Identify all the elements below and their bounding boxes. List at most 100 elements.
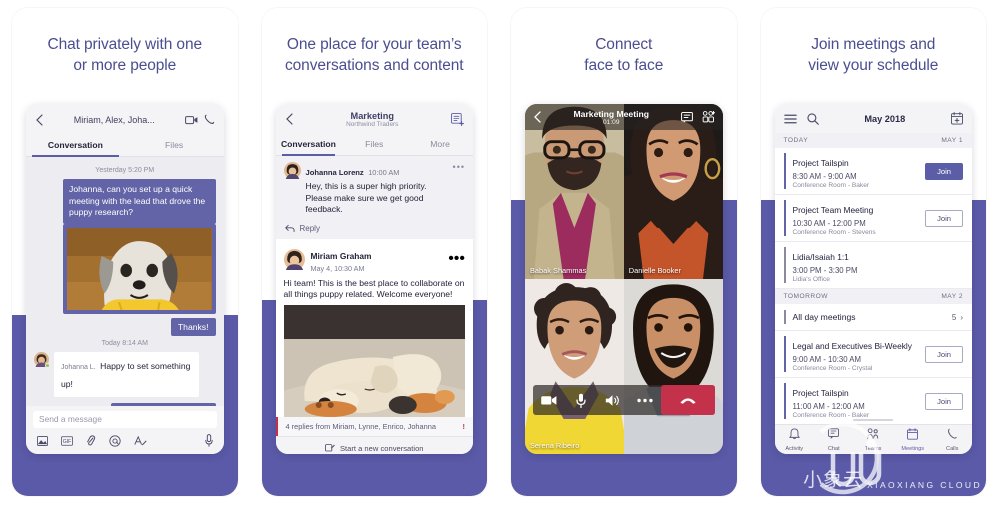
nav-label: Meetings bbox=[901, 446, 925, 452]
message-image-attachment[interactable] bbox=[63, 223, 216, 314]
thread-replies-summary[interactable]: 4 replies from Miriam, Lynne, Enrico, Jo… bbox=[275, 417, 473, 437]
start-new-conversation-button[interactable]: Start a new conversation bbox=[275, 436, 473, 454]
event-color-bar bbox=[783, 336, 786, 372]
new-post-icon[interactable] bbox=[451, 112, 464, 126]
participant-name: Danielle Booker bbox=[628, 266, 681, 275]
video-tile[interactable]: Serena Ribeiro bbox=[525, 279, 624, 454]
post-image-attachment[interactable] bbox=[283, 305, 465, 418]
video-camera-icon[interactable] bbox=[184, 115, 198, 125]
card-inner: Connect face to face Babak Shammas Danie… bbox=[511, 8, 737, 496]
participant-name: Babak Shammas bbox=[530, 266, 587, 275]
post-header: Miriam Graham May 4, 10:30 AM ••• bbox=[283, 246, 465, 273]
microphone-icon[interactable] bbox=[204, 434, 213, 447]
add-participants-icon[interactable] bbox=[702, 111, 715, 123]
tab-conversation[interactable]: Conversation bbox=[276, 134, 342, 156]
post-body: Hi team! This is the best place to colla… bbox=[283, 277, 465, 300]
nav-item-chat[interactable]: Chat bbox=[814, 427, 854, 452]
event-title: Project Tailspin bbox=[792, 158, 849, 168]
card-inner: Join meetings and view your schedule May… bbox=[760, 8, 986, 496]
calendar-event-row[interactable]: Lidia/Isaiah 1:1 3:00 PM - 3:30 PM Lidia… bbox=[774, 242, 972, 289]
avatar[interactable] bbox=[283, 162, 301, 179]
nav-item-teams[interactable]: Teams bbox=[854, 427, 894, 452]
post-item[interactable]: Johanna Lorenz 10:00 AM Hey, this is a s… bbox=[275, 156, 473, 220]
card-inner: One place for your team’s conversations … bbox=[261, 8, 487, 496]
post-item-2[interactable]: Miriam Graham May 4, 10:30 AM ••• Hi tea… bbox=[275, 238, 473, 418]
video-tile[interactable] bbox=[623, 279, 723, 454]
chat-bubble-icon[interactable] bbox=[680, 111, 693, 123]
calendar-event-row[interactable]: Project Tailspin 11:00 AM - 12:00 AM Con… bbox=[774, 378, 972, 425]
message-input[interactable]: Send a message bbox=[33, 411, 217, 428]
nav-item-meetings[interactable]: Meetings bbox=[893, 427, 933, 452]
format-text-icon[interactable] bbox=[134, 435, 147, 447]
chevron-right-icon[interactable]: › bbox=[960, 313, 963, 322]
reply-arrow-icon bbox=[284, 224, 295, 233]
event-color-bar bbox=[783, 247, 786, 283]
more-options-icon[interactable]: ••• bbox=[453, 162, 465, 172]
app-store-screenshot-gallery: Chat privately with one or more people M… bbox=[0, 0, 998, 506]
meeting-title: Marketing Meeting bbox=[573, 108, 649, 119]
post-time: 10:00 AM bbox=[368, 168, 400, 177]
avatar[interactable] bbox=[283, 248, 305, 270]
day-section-header: TOMORROW MAY 2 bbox=[774, 289, 972, 304]
call-header: Marketing Meeting 01:09 bbox=[525, 104, 723, 130]
join-button[interactable]: Join bbox=[925, 209, 963, 227]
all-day-meetings-row[interactable]: All day meetings 5 › bbox=[774, 304, 972, 331]
speaker-icon[interactable] bbox=[597, 394, 629, 407]
calendar-event-row[interactable]: Project Tailspin 8:30 AM - 9:00 AM Confe… bbox=[774, 148, 972, 195]
hang-up-icon[interactable] bbox=[660, 385, 715, 415]
more-options-icon[interactable] bbox=[629, 398, 661, 403]
chevron-left-icon[interactable] bbox=[35, 113, 44, 126]
paperclip-icon[interactable] bbox=[86, 434, 96, 447]
chevron-left-icon[interactable] bbox=[533, 111, 542, 123]
chat-tabs: Conversation Files bbox=[26, 135, 224, 157]
screenshot-card-team: One place for your team’s conversations … bbox=[250, 0, 500, 506]
org-name: Northwind Traders bbox=[346, 120, 399, 128]
participant-name: Serena Ribeiro bbox=[530, 441, 580, 450]
outgoing-message-short[interactable]: Thanks! bbox=[170, 317, 216, 336]
gif-icon[interactable]: GIF bbox=[61, 435, 73, 446]
card-inner: Chat privately with one or more people M… bbox=[12, 8, 238, 496]
meeting-title-block: Marketing Meeting 01:09 bbox=[551, 109, 672, 126]
video-camera-icon[interactable] bbox=[533, 395, 565, 406]
calendar-event-row[interactable]: Legal and Executives Bi-Weekly 9:00 AM -… bbox=[774, 331, 972, 378]
participant-video-babak bbox=[525, 104, 624, 279]
event-time: 11:00 AM - 12:00 AM bbox=[792, 402, 865, 411]
nav-item-calls[interactable]: Calls bbox=[933, 427, 973, 452]
event-details: Project Tailspin 11:00 AM - 12:00 AM Con… bbox=[793, 383, 926, 419]
tab-files[interactable]: Files bbox=[125, 135, 224, 156]
event-details: Lidia/Isaiah 1:1 3:00 PM - 3:30 PM Lidia… bbox=[793, 247, 964, 283]
nav-item-activity[interactable]: Activity bbox=[775, 427, 815, 452]
phone-icon[interactable] bbox=[204, 114, 215, 125]
video-tile[interactable]: Babak Shammas bbox=[525, 104, 624, 279]
drag-handle[interactable] bbox=[853, 419, 894, 421]
hamburger-menu-icon[interactable] bbox=[783, 114, 797, 124]
tab-conversation[interactable]: Conversation bbox=[26, 135, 125, 157]
join-button[interactable]: Join bbox=[925, 162, 963, 180]
mention-icon[interactable] bbox=[109, 434, 121, 447]
event-color-bar bbox=[783, 153, 786, 189]
chevron-left-icon[interactable] bbox=[285, 113, 294, 125]
image-icon[interactable] bbox=[37, 435, 48, 446]
join-button[interactable]: Join bbox=[925, 392, 963, 410]
video-tile[interactable]: Danielle Booker bbox=[623, 104, 723, 279]
event-time: 9:00 AM - 10:30 AM bbox=[792, 355, 861, 364]
event-details: Legal and Executives Bi-Weekly 9:00 AM -… bbox=[793, 336, 926, 372]
day-date: MAY 1 bbox=[941, 137, 963, 144]
event-location: Conference Room - Baker bbox=[792, 182, 870, 189]
add-event-calendar-icon[interactable] bbox=[951, 112, 963, 125]
calendar-header: May 2018 bbox=[774, 104, 972, 133]
reply-action[interactable]: Reply bbox=[275, 219, 473, 239]
tab-more[interactable]: More bbox=[407, 134, 473, 155]
microphone-icon[interactable] bbox=[565, 393, 597, 408]
calendar-event-row[interactable]: Project Team Meeting 10:30 AM - 12:00 PM… bbox=[774, 195, 972, 242]
outgoing-message[interactable]: Johanna, can you set up a quick meeting … bbox=[63, 179, 216, 224]
more-options-icon[interactable]: ••• bbox=[448, 250, 465, 268]
tab-files[interactable]: Files bbox=[341, 134, 407, 155]
incoming-message-bubble[interactable]: Johanna L. Happy to set something up! bbox=[54, 351, 200, 397]
event-color-bar bbox=[783, 200, 786, 236]
search-icon[interactable] bbox=[806, 112, 819, 125]
chat-message-list: Yesterday 5:20 PM Johanna, can you set u… bbox=[26, 157, 224, 421]
team-title-block: Marketing Northwind Traders bbox=[294, 111, 452, 128]
avatar[interactable] bbox=[34, 351, 50, 368]
join-button[interactable]: Join bbox=[925, 345, 963, 363]
